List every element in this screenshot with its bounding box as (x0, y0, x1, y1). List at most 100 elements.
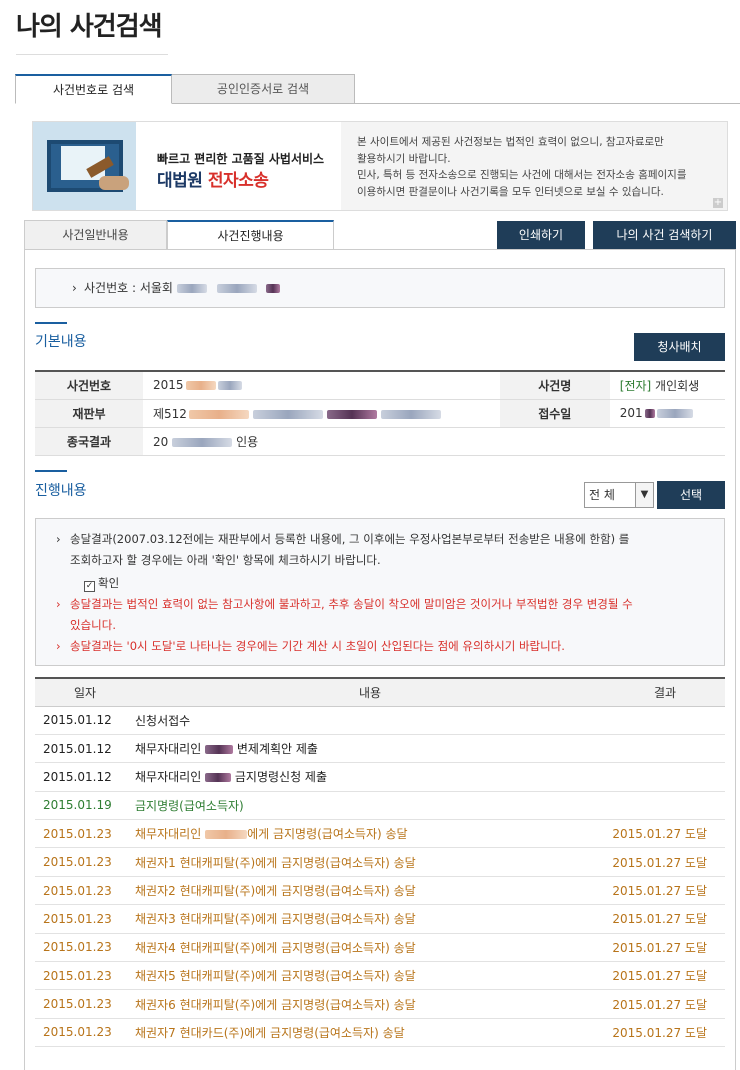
row-content: 신청서접수 (135, 706, 605, 735)
row-result: 2015.01.27 도달 (605, 819, 725, 849)
row-result: 2015.01.27 도달 (605, 961, 725, 991)
banner-brand: 대법원 전자소송 (157, 166, 269, 191)
info-row: 재판부 제512 접수일 201 (35, 399, 725, 428)
notice-item-warning: › 송달결과는 법적인 효력이 없는 참고사항에 불과하고, 추후 송달이 착오… (56, 594, 708, 636)
row-date: 2015.01.23 (35, 819, 135, 849)
label-case-number: 사건번호 (35, 371, 143, 400)
row-date: 2015.01.23 (35, 904, 135, 934)
row-date: 2015.01.23 (35, 1018, 135, 1048)
progress-filter-select[interactable]: 전 체 ▼ (584, 482, 654, 508)
basic-info-table: 사건번호 2015 사건명 [전자] 개인회생 재판부 제512 접수일 201… (35, 370, 725, 456)
row-result: 2015.01.27 도달 (605, 847, 725, 877)
basic-info-title: 기본내용 (35, 334, 87, 350)
row-date: 2015.01.19 (35, 791, 135, 821)
value-case-number: 2015 (143, 371, 500, 400)
delivery-notice: › 송달결과(2007.03.12전에는 재판부에서 등록한 내용에, 그 이후… (35, 518, 725, 666)
row-content: 채무자대리인 변제계획안 제출 (135, 734, 605, 764)
row-result (605, 791, 725, 821)
tab-case-number-search[interactable]: 사건번호로 검색 (15, 74, 172, 104)
plus-icon[interactable]: + (713, 198, 723, 208)
row-content: 채권자2 현대캐피탈(주)에게 금지명령(급여소득자) 송달 (135, 876, 605, 906)
row-content: 채무자대리인 금지명령신청 제출 (135, 762, 605, 792)
header-content: 내용 (135, 678, 605, 707)
confirm-checkbox-label: 확인 (98, 576, 120, 590)
table-row: 2015.01.23 채무자대리인 에게 금지명령(급여소득자) 송달 2015… (35, 819, 725, 849)
table-row: 2015.01.23 채권자2 현대캐피탈(주)에게 금지명령(급여소득자) 송… (35, 876, 725, 906)
select-button[interactable]: 선택 (657, 481, 725, 509)
value-court-division: 제512 (143, 399, 500, 428)
redacted-text (266, 284, 281, 293)
notice-line: 송달결과(2007.03.12전에는 재판부에서 등록한 내용에, 그 이후에는… (70, 532, 630, 546)
row-date: 2015.01.23 (35, 933, 135, 963)
row-date: 2015.01.12 (35, 762, 135, 792)
row-content: 채권자3 현대캐피탈(주)에게 금지명령(급여소득자) 송달 (135, 904, 605, 934)
row-content: 채권자1 현대캐피탈(주)에게 금지명령(급여소득자) 송달 (135, 847, 605, 877)
banner-notice-line: 민사, 특허 등 전자소송으로 진행되는 사건에 대해서는 전자소송 홈페이지를 (357, 169, 687, 181)
confirm-checkbox[interactable]: ✓ (84, 581, 95, 592)
row-content: 채권자4 현대캐피탈(주)에게 금지명령(급여소득자) 송달 (135, 933, 605, 963)
header-date: 일자 (35, 678, 135, 707)
progress-table: 일자 내용 결과 2015.01.12 신청서접수 2015.01.12 채무자… (35, 677, 725, 1048)
page-title: 나의 사건검색 (16, 12, 163, 42)
row-date: 2015.01.23 (35, 961, 135, 991)
row-result: 2015.01.27 도달 (605, 876, 725, 906)
banner-brand-area: 빠르고 편리한 고품질 사법서비스 대법원 전자소송 (143, 122, 343, 210)
header-result: 결과 (605, 678, 725, 707)
ecourt-banner[interactable]: 빠르고 편리한 고품질 사법서비스 대법원 전자소송 본 사이트에서 제공된 사… (32, 121, 728, 211)
redacted-text (176, 284, 207, 293)
row-date: 2015.01.23 (35, 847, 135, 877)
row-result: 2015.01.27 도달 (605, 1018, 725, 1048)
info-row: 종국결과 20 인용 (35, 427, 725, 456)
court-gavel-illustration (33, 122, 136, 210)
table-row: 2015.01.12 채무자대리인 금지명령신청 제출 (35, 762, 725, 792)
case-number-box: › 사건번호 : 서울회 (35, 268, 725, 308)
table-row: 2015.01.12 신청서접수 (35, 706, 725, 735)
row-result: 2015.01.27 도달 (605, 989, 725, 1019)
bullet-icon: › (56, 532, 61, 546)
notice-item-warning: › 송달결과는 '0시 도달'로 나타나는 경우에는 기간 계산 시 초일이 산… (56, 636, 708, 657)
chevron-down-icon[interactable]: ▼ (635, 483, 653, 507)
banner-notice-line: 본 사이트에서 제공된 사건정보는 법적인 효력이 없으니, 참고자료로만 (357, 136, 664, 148)
label-case-name: 사건명 (499, 371, 610, 400)
court-arrangement-button[interactable]: 청사배치 (634, 333, 725, 361)
row-date: 2015.01.12 (35, 706, 135, 735)
filter-selected-value: 전 체 (589, 488, 615, 502)
table-row: 2015.01.23 채권자5 현대캐피탈(주)에게 금지명령(급여소득자) 송… (35, 961, 725, 991)
brand-main: 대법원 (157, 171, 203, 191)
notice-line: 있습니다. (70, 618, 116, 632)
progress-header-row: 일자 내용 결과 (35, 678, 725, 707)
table-row: 2015.01.23 채권자4 현대캐피탈(주)에게 금지명령(급여소득자) 송… (35, 933, 725, 963)
row-result (605, 706, 725, 735)
banner-notice-line: 활용하시기 바랍니다. (357, 152, 451, 165)
banner-notice: 본 사이트에서 제공된 사건정보는 법적인 효력이 없으니, 참고자료로만 활용… (341, 122, 727, 210)
brand-accent: 전자소송 (207, 171, 269, 191)
my-case-search-button[interactable]: 나의 사건 검색하기 (593, 221, 736, 249)
tab-case-general[interactable]: 사건일반내용 (24, 220, 167, 250)
notice-item: › 송달결과(2007.03.12전에는 재판부에서 등록한 내용에, 그 이후… (56, 529, 708, 571)
print-button[interactable]: 인쇄하기 (497, 221, 585, 249)
bullet-icon: › (72, 281, 77, 295)
tab-case-progress[interactable]: 사건진행내용 (167, 220, 334, 250)
case-detail-tabs: 사건일반내용 사건진행내용 (24, 220, 492, 250)
row-result (605, 762, 725, 792)
label-final-result: 종국결과 (35, 427, 143, 456)
confirm-checkbox-row[interactable]: ✓ 확인 (70, 573, 708, 594)
table-row: 2015.01.23 채권자7 현대카드(주)에게 금지명령(급여소득자) 송달… (35, 1018, 725, 1048)
row-result: 2015.01.27 도달 (605, 933, 725, 963)
value-final-result: 20 인용 (143, 427, 725, 456)
case-number-label: 사건번호 : 서울회 (84, 281, 173, 295)
notice-line: 송달결과는 법적인 효력이 없는 참고사항에 불과하고, 추후 송달이 착오에 … (70, 597, 633, 611)
table-row: 2015.01.23 채권자6 현대캐피탈(주)에게 금지명령(급여소득자) 송… (35, 989, 725, 1019)
row-result: 2015.01.27 도달 (605, 904, 725, 934)
row-content: 채무자대리인 에게 금지명령(급여소득자) 송달 (135, 819, 605, 849)
value-receipt-date: 201 (609, 399, 725, 428)
row-content: 채권자7 현대카드(주)에게 금지명령(급여소득자) 송달 (135, 1018, 605, 1048)
section-marker (35, 322, 67, 324)
tab-certificate-search[interactable]: 공인인증서로 검색 (172, 74, 355, 104)
row-date: 2015.01.23 (35, 989, 135, 1019)
notice-line: 송달결과는 '0시 도달'로 나타나는 경우에는 기간 계산 시 초일이 산입된… (70, 639, 565, 653)
row-content: 채권자6 현대캐피탈(주)에게 금지명령(급여소득자) 송달 (135, 989, 605, 1019)
table-row: 2015.01.12 채무자대리인 변제계획안 제출 (35, 734, 725, 764)
bullet-icon: › (56, 597, 61, 611)
notice-line: 조회하고자 할 경우에는 아래 '확인' 항목에 체크하시기 바랍니다. (70, 553, 381, 567)
